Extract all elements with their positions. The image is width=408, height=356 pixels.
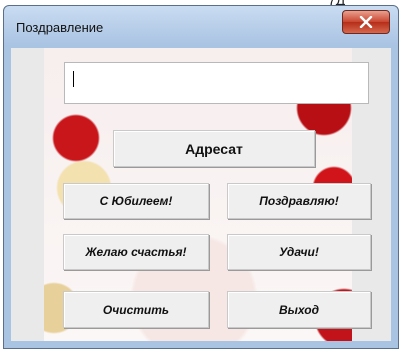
dialog-client-area: Адресат С Юбилеем! Поздравляю! Желаю сча… bbox=[11, 48, 391, 341]
text-caret bbox=[73, 71, 74, 87]
clear-button[interactable]: Очистить bbox=[63, 291, 209, 328]
luck-button[interactable]: Удачи! bbox=[227, 234, 371, 270]
jubilee-button[interactable]: С Юбилеем! bbox=[63, 183, 209, 219]
recipient-button[interactable]: Адресат bbox=[113, 130, 315, 167]
exit-button[interactable]: Выход bbox=[227, 291, 371, 328]
congrats-button[interactable]: Поздравляю! bbox=[227, 183, 371, 219]
address-input[interactable] bbox=[64, 62, 369, 104]
close-button[interactable] bbox=[342, 10, 390, 34]
title-bar: Поздравление bbox=[4, 6, 398, 46]
dialog-window: Поздравление Адресат С Юбилеем! Поздравл… bbox=[3, 5, 399, 349]
window-title: Поздравление bbox=[16, 20, 104, 35]
close-icon bbox=[359, 16, 373, 28]
happiness-button[interactable]: Желаю счастья! bbox=[63, 234, 209, 270]
